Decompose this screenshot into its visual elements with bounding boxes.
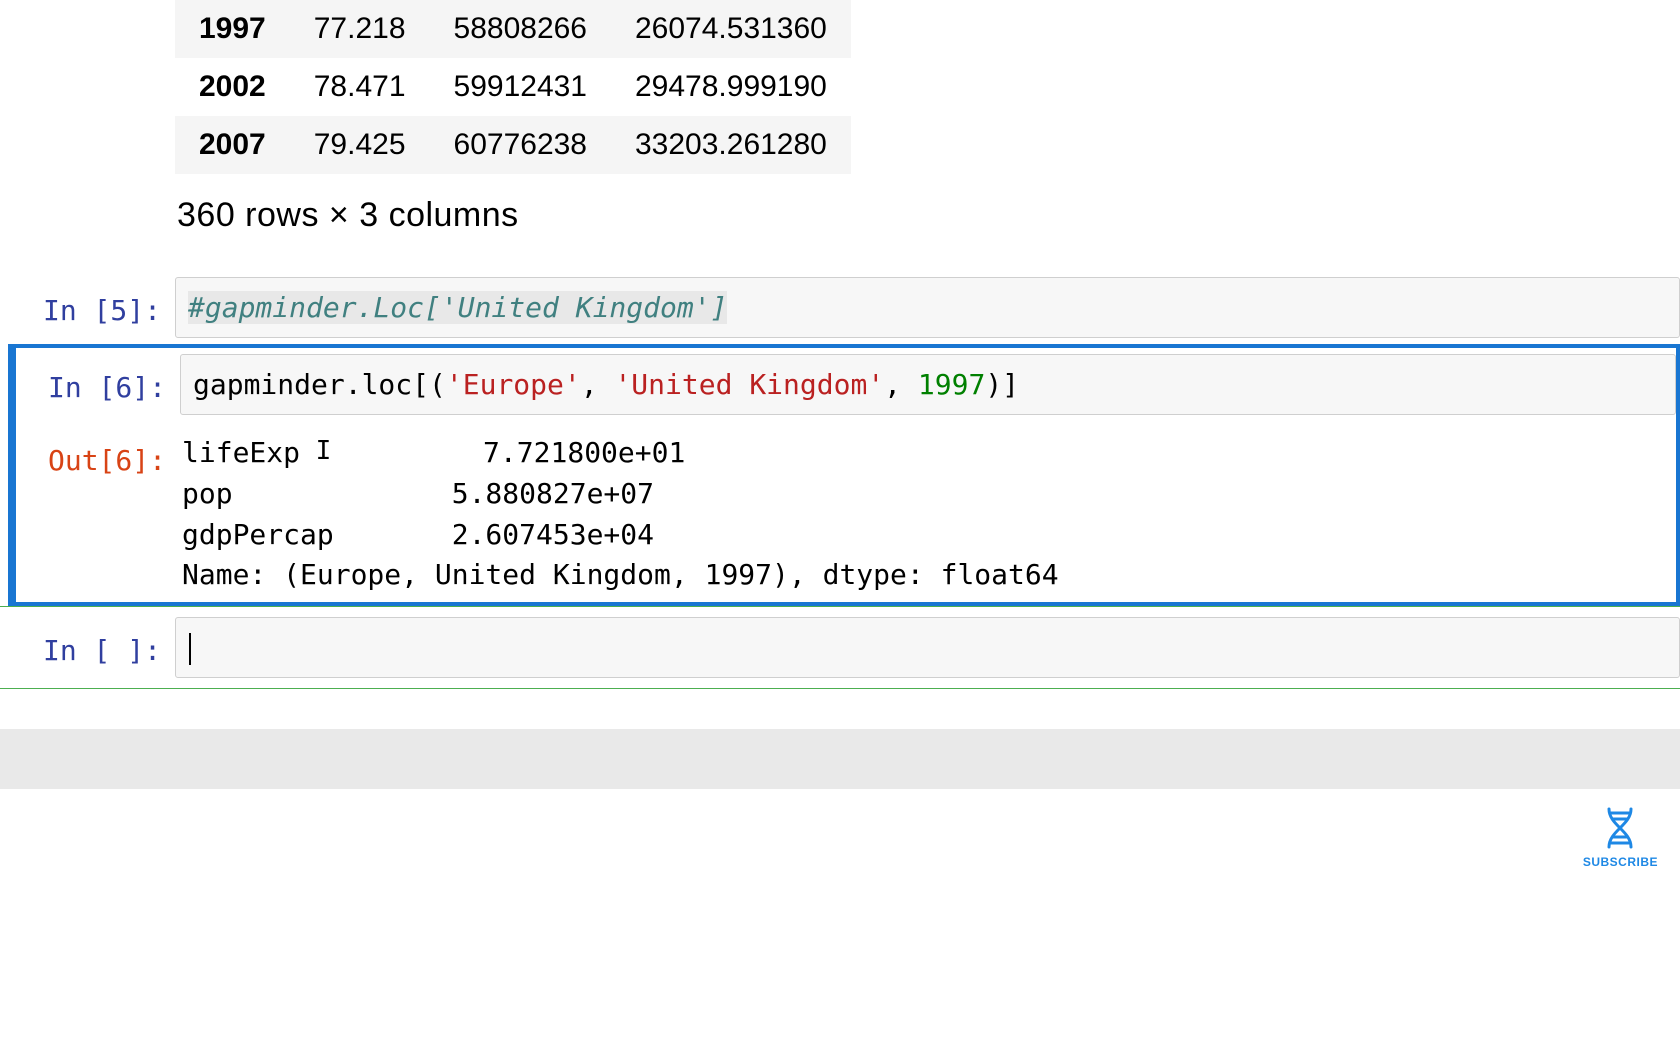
code-cell-6[interactable]: In [6]: gapminder.loc[('Europe', 'United… — [16, 348, 1676, 421]
dataframe-table: 1997 77.218 58808266 26074.531360 2002 7… — [175, 0, 851, 174]
code-cell-empty[interactable]: In [ ]: — [0, 611, 1680, 684]
cell-lifeexp: 77.218 — [290, 0, 430, 58]
cell-gdp: 26074.531360 — [611, 0, 851, 58]
output-cell-6: Out[6]: lifeExp I 7.721800e+01 pop 5.880… — [16, 421, 1676, 601]
dataframe-summary: 360 rows × 3 columns — [175, 174, 1680, 263]
table-row: 2007 79.425 60776238 33203.261280 — [175, 116, 851, 174]
cell-lifeexp: 78.471 — [290, 58, 430, 116]
cell-pop: 58808266 — [430, 0, 611, 58]
dna-icon — [1597, 805, 1643, 851]
active-cell-divider: In [ ]: — [0, 606, 1680, 689]
code-cell-5[interactable]: In [5]: #gapminder.Loc['United Kingdom'] — [0, 271, 1680, 344]
selected-cell-group: In [6]: gapminder.loc[('Europe', 'United… — [8, 344, 1680, 606]
cell-pop: 59912431 — [430, 58, 611, 116]
input-prompt: In [5]: — [0, 277, 175, 338]
dataframe-output: 1997 77.218 58808266 26074.531360 2002 7… — [0, 0, 1680, 271]
output-text: lifeExp I 7.721800e+01 pop 5.880827e+07 … — [180, 427, 1676, 595]
output-prompt-spacer — [0, 0, 175, 263]
code-input[interactable]: #gapminder.Loc['United Kingdom'] — [175, 277, 1680, 338]
input-prompt: In [ ]: — [0, 617, 175, 678]
subscribe-badge[interactable]: SUBSCRIBE — [1583, 805, 1658, 869]
code-comment: #gapminder.Loc['United Kingdom'] — [188, 291, 727, 324]
input-prompt: In [6]: — [16, 354, 180, 415]
output-prompt: Out[6]: — [16, 427, 180, 595]
code-input[interactable] — [175, 617, 1680, 678]
jupyter-notebook: 1997 77.218 58808266 26074.531360 2002 7… — [0, 0, 1680, 689]
cell-pop: 60776238 — [430, 116, 611, 174]
subscribe-label: SUBSCRIBE — [1583, 855, 1658, 869]
cell-lifeexp: 79.425 — [290, 116, 430, 174]
code-input[interactable]: gapminder.loc[('Europe', 'United Kingdom… — [180, 354, 1676, 415]
text-cursor-icon: I — [300, 436, 331, 466]
cell-gdp: 29478.999190 — [611, 58, 851, 116]
text-caret-icon — [189, 633, 191, 665]
table-row: 1997 77.218 58808266 26074.531360 — [175, 0, 851, 58]
footer-spacer — [0, 729, 1680, 789]
row-index-year: 2007 — [175, 116, 290, 174]
row-index-year: 1997 — [175, 0, 290, 58]
row-index-year: 2002 — [175, 58, 290, 116]
table-row: 2002 78.471 59912431 29478.999190 — [175, 58, 851, 116]
cell-gdp: 33203.261280 — [611, 116, 851, 174]
